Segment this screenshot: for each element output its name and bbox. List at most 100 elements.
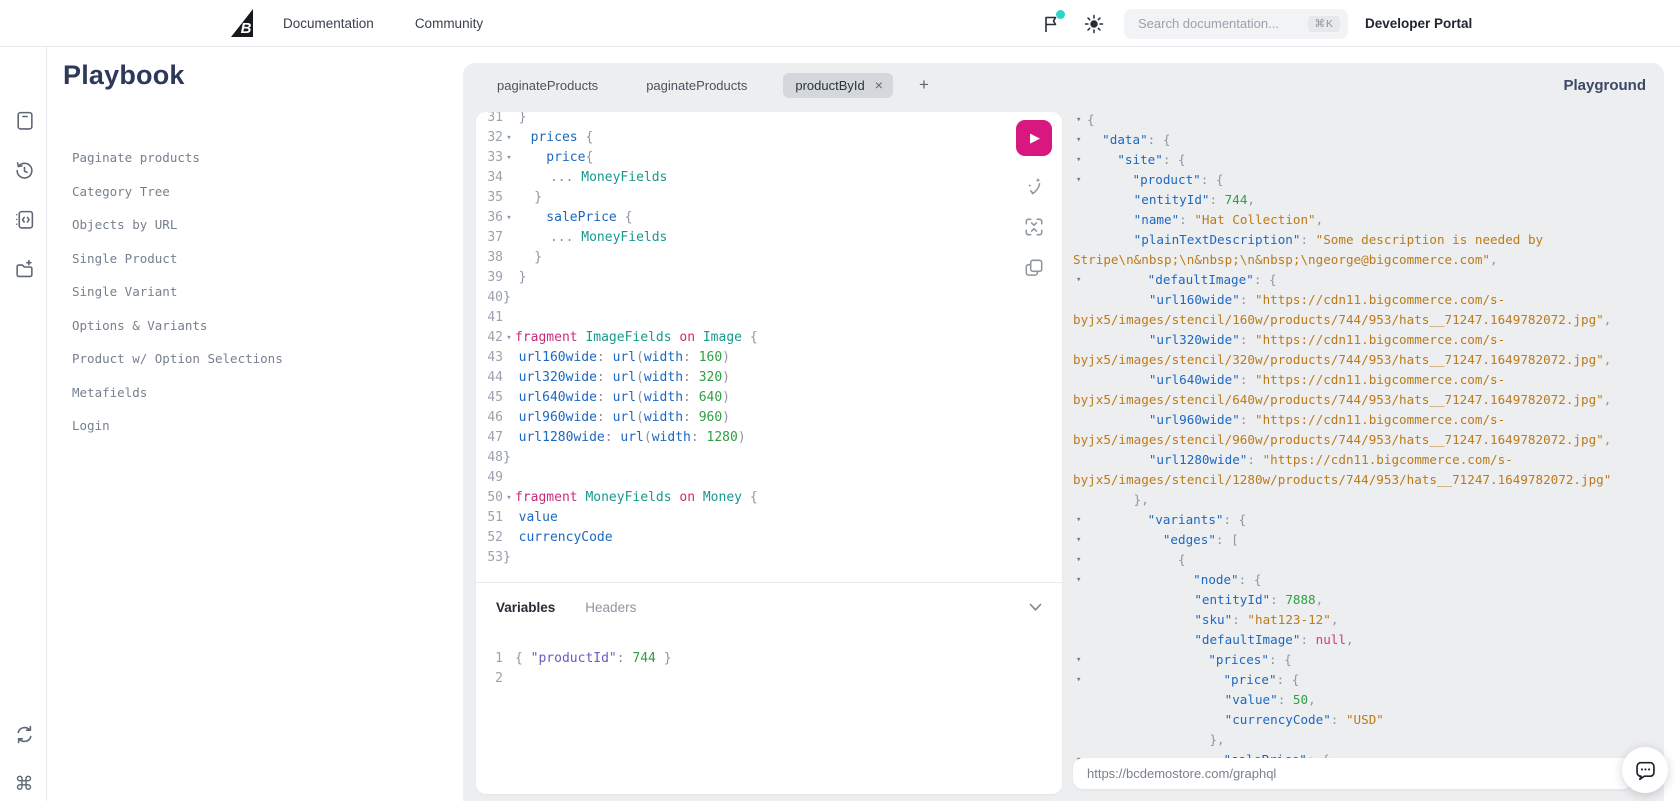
query-code-line[interactable]: 47 url1280wide: url(width: 1280) (476, 428, 1062, 448)
query-code-line[interactable]: 32 ▾ prices { (476, 128, 1062, 148)
folder-add-icon[interactable] (12, 257, 36, 281)
query-editor[interactable]: 31 } 32 ▾ prices {33 ▾ price{34 ... MoneyFi… (476, 112, 1062, 582)
query-tab-label: productById (795, 77, 865, 93)
sidebar-item[interactable]: Category Tree (47, 175, 463, 209)
query-code-line[interactable]: 33 ▾ price{ (476, 148, 1062, 168)
query-code-line[interactable]: 34 ... MoneyFields (476, 168, 1062, 188)
tab-headers[interactable]: Headers (585, 600, 636, 615)
tab-variables[interactable]: Variables (496, 600, 555, 615)
query-code-line[interactable]: 35 } (476, 188, 1062, 208)
add-tab-button[interactable]: + (905, 75, 943, 95)
query-code-line[interactable]: 31 } (476, 112, 1062, 128)
query-code-line[interactable]: 41 (476, 308, 1062, 328)
query-code-line[interactable]: 49 (476, 468, 1062, 488)
sidebar-item[interactable]: Single Variant (47, 275, 463, 309)
query-code-line[interactable]: 40} (476, 288, 1062, 308)
code-text: "prices": { (1087, 652, 1292, 667)
flag-announcements-icon[interactable] (1038, 9, 1065, 37)
query-code-line[interactable]: 44 url320wide: url(width: 320) (476, 368, 1062, 388)
sidebar-item[interactable]: Objects by URL (47, 208, 463, 242)
sidebar-item[interactable]: Metafields (47, 376, 463, 410)
response-line: byjx5/images/stencil/640w/products/744/9… (1073, 390, 1664, 410)
sidebar-item[interactable]: Login (47, 409, 463, 443)
line-number: 46 (487, 410, 503, 425)
close-tab-icon[interactable]: × (875, 78, 883, 92)
fold-caret-icon[interactable]: ▾ (503, 328, 515, 348)
sidebar-item[interactable]: Single Product (47, 242, 463, 276)
fold-caret-icon[interactable]: ▾ (1073, 510, 1087, 530)
query-code-line[interactable]: 46 url960wide: url(width: 960) (476, 408, 1062, 428)
bigcommerce-logo[interactable]: B (226, 8, 256, 38)
command-shortcuts-icon[interactable]: ⌘ (12, 772, 36, 796)
query-code-line[interactable]: 42 ▾ fragment ImageFields on Image { (476, 328, 1062, 348)
variables-code-line[interactable]: 2 (476, 669, 1062, 689)
fold-caret-icon[interactable]: ▾ (503, 488, 515, 508)
fold-caret-icon[interactable]: ▾ (1073, 570, 1087, 590)
sidebar-item[interactable]: Product w/ Option Selections (47, 342, 463, 376)
query-code-line[interactable]: 38 } (476, 248, 1062, 268)
query-code-line[interactable]: 45 url640wide: url(width: 640) (476, 388, 1062, 408)
copy-query-button[interactable] (1023, 257, 1045, 279)
code-collection-icon[interactable] (12, 207, 36, 231)
fold-caret-icon[interactable]: ▾ (1073, 270, 1087, 290)
notification-dot (1056, 9, 1065, 19)
query-code-line[interactable]: 51 value (476, 508, 1062, 528)
fold-caret-icon[interactable]: ▾ (503, 128, 515, 148)
fold-caret-icon[interactable]: ▾ (1073, 150, 1087, 170)
code-text: prices { (515, 130, 594, 145)
response-line: ▾ "variants": { (1073, 510, 1664, 530)
variables-editor[interactable]: 1 { "productId": 744 } 2 (476, 649, 1062, 689)
query-code-line[interactable]: 39 } (476, 268, 1062, 288)
query-code-line[interactable]: 52 currencyCode (476, 528, 1062, 548)
prettify-query-button[interactable] (1023, 175, 1045, 197)
execute-query-button[interactable]: ▶ (1016, 120, 1052, 156)
code-text: "url160wide": "https://cdn11.bigcommerce… (1073, 292, 1506, 307)
line-number: 37 (487, 230, 503, 245)
merge-fragments-button[interactable] (1023, 216, 1045, 238)
query-code-line[interactable]: 37 ... MoneyFields (476, 228, 1062, 248)
support-chat-button[interactable] (1622, 747, 1668, 793)
fold-caret-icon[interactable]: ▾ (1073, 550, 1087, 570)
response-line: ▾ "prices": { (1073, 650, 1664, 670)
fold-caret-icon[interactable]: ▾ (1073, 670, 1087, 690)
code-text: } (503, 190, 543, 205)
variables-code-line[interactable]: 1 { "productId": 744 } (476, 649, 1062, 669)
nav-link-community[interactable]: Community (415, 16, 483, 31)
code-text: }, (1073, 732, 1225, 747)
endpoint-url-input[interactable]: https://bcdemostore.com/graphql (1073, 758, 1633, 789)
code-text: "url320wide": "https://cdn11.bigcommerce… (1073, 332, 1506, 347)
search-input[interactable]: Search documentation... ⌘K (1124, 8, 1348, 39)
response-line: "currencyCode": "USD" (1073, 710, 1664, 730)
nav-links: Documentation Community (283, 0, 483, 47)
fold-caret-icon[interactable]: ▾ (1073, 530, 1087, 550)
query-editor-lines: 31 } 32 ▾ prices {33 ▾ price{34 ... MoneyFi… (476, 112, 1062, 568)
query-tab[interactable]: paginateProducts (473, 63, 622, 107)
nav-link-documentation[interactable]: Documentation (283, 16, 374, 31)
query-tab[interactable]: productById × (771, 63, 905, 107)
query-code-line[interactable]: 36 ▾ salePrice { (476, 208, 1062, 228)
sidebar-item[interactable]: Paginate products (47, 141, 463, 175)
collapse-variables-chevron-icon[interactable] (1029, 603, 1042, 612)
fold-caret-icon[interactable]: ▾ (1073, 650, 1087, 670)
sidebar-item[interactable]: Options & Variants (47, 309, 463, 343)
fold-caret-icon[interactable]: ▾ (503, 208, 515, 228)
fold-caret-icon[interactable]: ▾ (503, 148, 515, 168)
refresh-schema-icon[interactable] (12, 722, 36, 746)
notebook-icon[interactable] (12, 108, 36, 132)
query-code-line[interactable]: 50 ▾ fragment MoneyFields on Money { (476, 488, 1062, 508)
code-text: url1280wide: url(width: 1280) (503, 430, 746, 445)
response-line: ▾ "data": { (1073, 130, 1664, 150)
response-panel: ▾{▾ "data": {▾ "site": {▾ "product": { "… (1073, 63, 1664, 801)
code-text: fragment ImageFields on Image { (515, 330, 758, 345)
theme-sun-icon[interactable] (1081, 11, 1107, 37)
history-icon[interactable] (12, 158, 36, 182)
query-tab[interactable]: paginateProducts (622, 63, 771, 107)
query-code-line[interactable]: 53} (476, 548, 1062, 568)
query-code-line[interactable]: 48} (476, 448, 1062, 468)
line-number: 39 (487, 270, 503, 285)
fold-caret-icon[interactable]: ▾ (1073, 170, 1087, 190)
response-line: ▾{ (1073, 110, 1664, 130)
fold-caret-icon[interactable]: ▾ (1073, 130, 1087, 150)
fold-caret-icon[interactable]: ▾ (1073, 110, 1087, 130)
query-code-line[interactable]: 43 url160wide: url(width: 160) (476, 348, 1062, 368)
